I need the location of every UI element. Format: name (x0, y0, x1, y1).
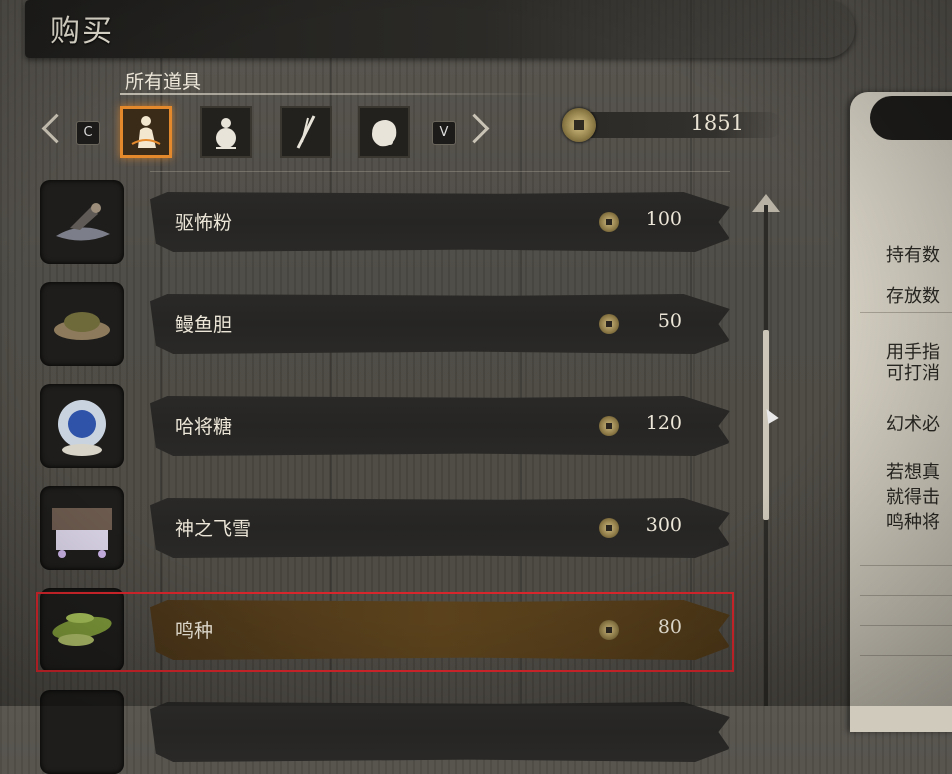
description-line: 就得击 (886, 487, 940, 508)
item-price: 300 (645, 514, 682, 536)
money-amount: 1851 (690, 111, 744, 135)
item-thumbnail (40, 690, 124, 774)
pouch-icon (372, 120, 397, 147)
shop-item-row[interactable]: 鳗鱼胆 50 (40, 282, 740, 366)
tool-icon (296, 115, 316, 149)
divider (860, 655, 952, 656)
shop-item-row[interactable]: 驱怖粉 100 (40, 180, 740, 264)
shop-item-row-partial[interactable] (40, 690, 740, 774)
fear-powder-icon (40, 180, 124, 264)
item-name: 哈将糖 (175, 416, 233, 438)
divider (150, 171, 730, 172)
sen-coin-icon (562, 108, 596, 142)
page-title: 购买 (50, 14, 114, 49)
divine-grass-icon (40, 486, 124, 570)
divider (860, 625, 952, 626)
coin-icon (599, 416, 619, 436)
category-label: 所有道具 (125, 71, 202, 93)
coin-icon (599, 314, 619, 334)
shop-item-row[interactable]: 哈将糖 120 (40, 384, 740, 468)
coin-icon (599, 518, 619, 538)
candy-icon (40, 384, 124, 468)
stored-count-label: 存放数 (886, 286, 940, 307)
next-category-key[interactable]: V (432, 121, 456, 145)
description-line: 鸣种将 (886, 512, 940, 533)
coin-icon (599, 212, 619, 232)
description-line: 若想真 (886, 462, 940, 483)
eel-liver-icon (40, 282, 124, 366)
divider (860, 595, 952, 596)
shop-item-row[interactable]: 神之飞雪 300 (40, 486, 740, 570)
tab-gourd[interactable] (200, 106, 252, 158)
chevron-left-icon[interactable] (41, 113, 72, 144)
item-price: 100 (645, 208, 682, 230)
tab-figure-items[interactable] (120, 106, 172, 158)
item-name: 鳗鱼胆 (175, 314, 233, 336)
figure-item-icon (131, 116, 161, 148)
item-price: 50 (657, 310, 682, 332)
item-name: 神之飞雪 (175, 518, 252, 540)
description-line: 幻术必 (886, 414, 940, 435)
tab-tools[interactable] (280, 106, 332, 158)
item-price: 120 (645, 412, 682, 434)
chevron-right-icon[interactable] (459, 113, 490, 144)
scrollbar-thumb[interactable] (763, 330, 769, 520)
description-line: 可打消 (886, 363, 940, 384)
item-name: 驱怖粉 (175, 212, 233, 234)
divider (860, 565, 952, 566)
divider (860, 312, 952, 313)
selection-highlight (36, 592, 734, 672)
detail-panel-header (870, 96, 952, 140)
prev-category-key[interactable]: C (76, 121, 100, 145)
item-bar (150, 702, 730, 762)
gourd-icon (216, 118, 236, 149)
title-bar (25, 0, 855, 58)
category-underline (120, 93, 540, 95)
held-count-label: 持有数 (886, 245, 940, 266)
tab-pouch[interactable] (358, 106, 410, 158)
